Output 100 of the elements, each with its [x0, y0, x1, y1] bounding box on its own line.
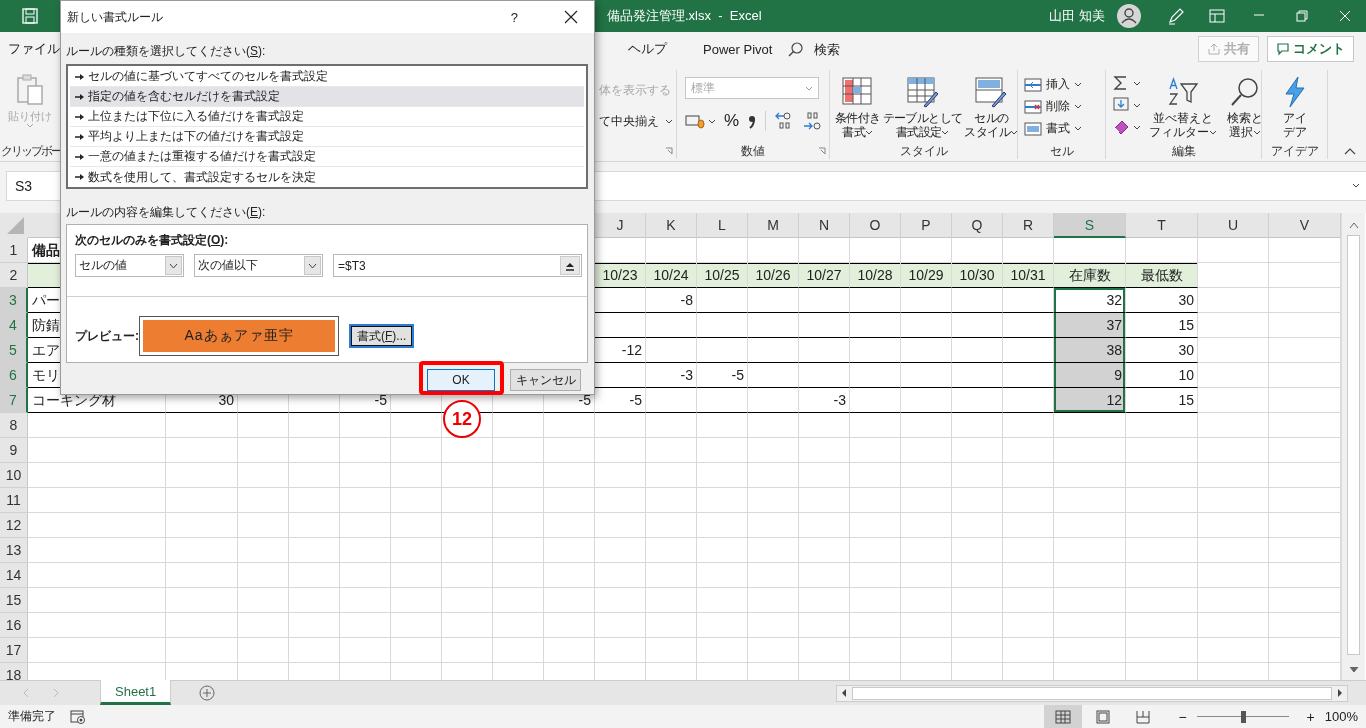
table-cell[interactable]: [901, 563, 952, 588]
table-cell[interactable]: [748, 588, 799, 613]
caret-icon[interactable]: [1010, 130, 1019, 136]
table-cell[interactable]: [697, 388, 748, 413]
clear-button[interactable]: [1112, 118, 1141, 136]
cancel-button[interactable]: キャンセル: [510, 369, 581, 391]
caret-icon[interactable]: [308, 262, 317, 269]
table-cell[interactable]: [1126, 563, 1198, 588]
table-cell[interactable]: [1003, 488, 1054, 513]
table-cell[interactable]: [850, 363, 901, 388]
help-button[interactable]: ?: [504, 7, 524, 27]
grid-icon[interactable]: [840, 76, 875, 108]
table-cell[interactable]: [952, 388, 1003, 413]
format-button[interactable]: 書式(F)...: [349, 324, 415, 348]
table-cell[interactable]: [391, 488, 442, 513]
comment-icon[interactable]: [1276, 42, 1290, 56]
table-cell[interactable]: [1198, 413, 1269, 438]
table-cell[interactable]: [595, 413, 646, 438]
table-cell[interactable]: [442, 563, 493, 588]
table-cell[interactable]: [646, 313, 697, 338]
caret-icon[interactable]: [1133, 102, 1141, 108]
table-cell[interactable]: [1198, 263, 1269, 288]
table-cell[interactable]: [697, 488, 748, 513]
table-cell[interactable]: [952, 488, 1003, 513]
column-header[interactable]: Q: [952, 213, 1003, 238]
table-cell[interactable]: [493, 563, 544, 588]
search-icon[interactable]: [788, 41, 805, 57]
table-cell[interactable]: [340, 538, 391, 563]
table-cell[interactable]: [1054, 438, 1126, 463]
table-cell[interactable]: [289, 538, 340, 563]
caret-icon[interactable]: [1133, 124, 1141, 130]
caret-icon[interactable]: [1253, 130, 1261, 136]
table-cell[interactable]: [952, 338, 1003, 363]
pen-icon[interactable]: [1167, 7, 1185, 25]
column-header[interactable]: V: [1269, 213, 1341, 238]
table-cell[interactable]: 10/24: [646, 263, 697, 288]
table-cell[interactable]: [166, 413, 238, 438]
table-cell[interactable]: [850, 388, 901, 413]
rule-type-item[interactable]: 平均より上または下の値だけを書式設定: [70, 127, 584, 147]
eraser-icon[interactable]: [1112, 118, 1130, 136]
table-cell[interactable]: [28, 563, 166, 588]
table-cell[interactable]: [1003, 413, 1054, 438]
caret-icon[interactable]: [1074, 126, 1082, 131]
table-cell[interactable]: [697, 638, 748, 663]
table-cell[interactable]: [1126, 613, 1198, 638]
table-cell[interactable]: [850, 313, 901, 338]
table-cell[interactable]: [901, 588, 952, 613]
table-cell[interactable]: [28, 488, 166, 513]
table-cell[interactable]: [1126, 463, 1198, 488]
table-cell[interactable]: [1003, 438, 1054, 463]
table-cell[interactable]: [493, 488, 544, 513]
table-cell[interactable]: [850, 513, 901, 538]
table-cell[interactable]: [1198, 538, 1269, 563]
table-cell[interactable]: [544, 513, 595, 538]
table-cell[interactable]: [238, 438, 289, 463]
table-cell[interactable]: [544, 638, 595, 663]
table-cell[interactable]: -3: [646, 363, 697, 388]
table-cell[interactable]: [697, 538, 748, 563]
table-cell[interactable]: 10/27: [799, 263, 850, 288]
autosum-button[interactable]: [1112, 74, 1141, 92]
delete-cells-icon[interactable]: [1024, 98, 1042, 115]
vertical-scrollbar[interactable]: [1341, 213, 1365, 680]
caret-icon[interactable]: [169, 262, 178, 269]
table-cell[interactable]: [1003, 463, 1054, 488]
table-cell[interactable]: 32: [1054, 288, 1126, 313]
ribbon-display-icon[interactable]: [1209, 9, 1225, 23]
table-cell[interactable]: [697, 463, 748, 488]
close-icon[interactable]: [564, 10, 578, 24]
table-cell[interactable]: [697, 313, 748, 338]
column-header[interactable]: M: [748, 213, 799, 238]
table-cell[interactable]: [646, 388, 697, 413]
table-cell[interactable]: [166, 588, 238, 613]
table-cell[interactable]: [901, 513, 952, 538]
horizontal-scrollbar[interactable]: [836, 684, 1348, 702]
table-cell[interactable]: [748, 513, 799, 538]
table-cell[interactable]: [1126, 538, 1198, 563]
table-cell[interactable]: [493, 438, 544, 463]
row-header[interactable]: 18: [0, 663, 28, 680]
table-cell[interactable]: [850, 463, 901, 488]
table-cell[interactable]: [901, 538, 952, 563]
table-cell[interactable]: [1198, 588, 1269, 613]
avatar-icon[interactable]: [1117, 4, 1141, 28]
column-header[interactable]: O: [850, 213, 901, 238]
table-cell[interactable]: [646, 488, 697, 513]
table-cell[interactable]: [391, 563, 442, 588]
table-cell[interactable]: [748, 338, 799, 363]
table-cell[interactable]: [28, 588, 166, 613]
table-cell[interactable]: -5: [697, 363, 748, 388]
table-cell[interactable]: [1126, 588, 1198, 613]
collapse-dialog-icon[interactable]: [565, 260, 575, 271]
table-brush-icon[interactable]: [905, 76, 940, 108]
table-cell[interactable]: [646, 438, 697, 463]
row-header[interactable]: 10: [0, 463, 28, 488]
operator-dropdown[interactable]: 次の値以下: [194, 254, 323, 277]
table-cell[interactable]: [952, 613, 1003, 638]
table-cell[interactable]: [952, 413, 1003, 438]
caret-icon[interactable]: [941, 130, 950, 136]
table-cell[interactable]: [340, 413, 391, 438]
row-header[interactable]: 9: [0, 438, 28, 463]
table-cell[interactable]: 9: [1054, 363, 1126, 388]
